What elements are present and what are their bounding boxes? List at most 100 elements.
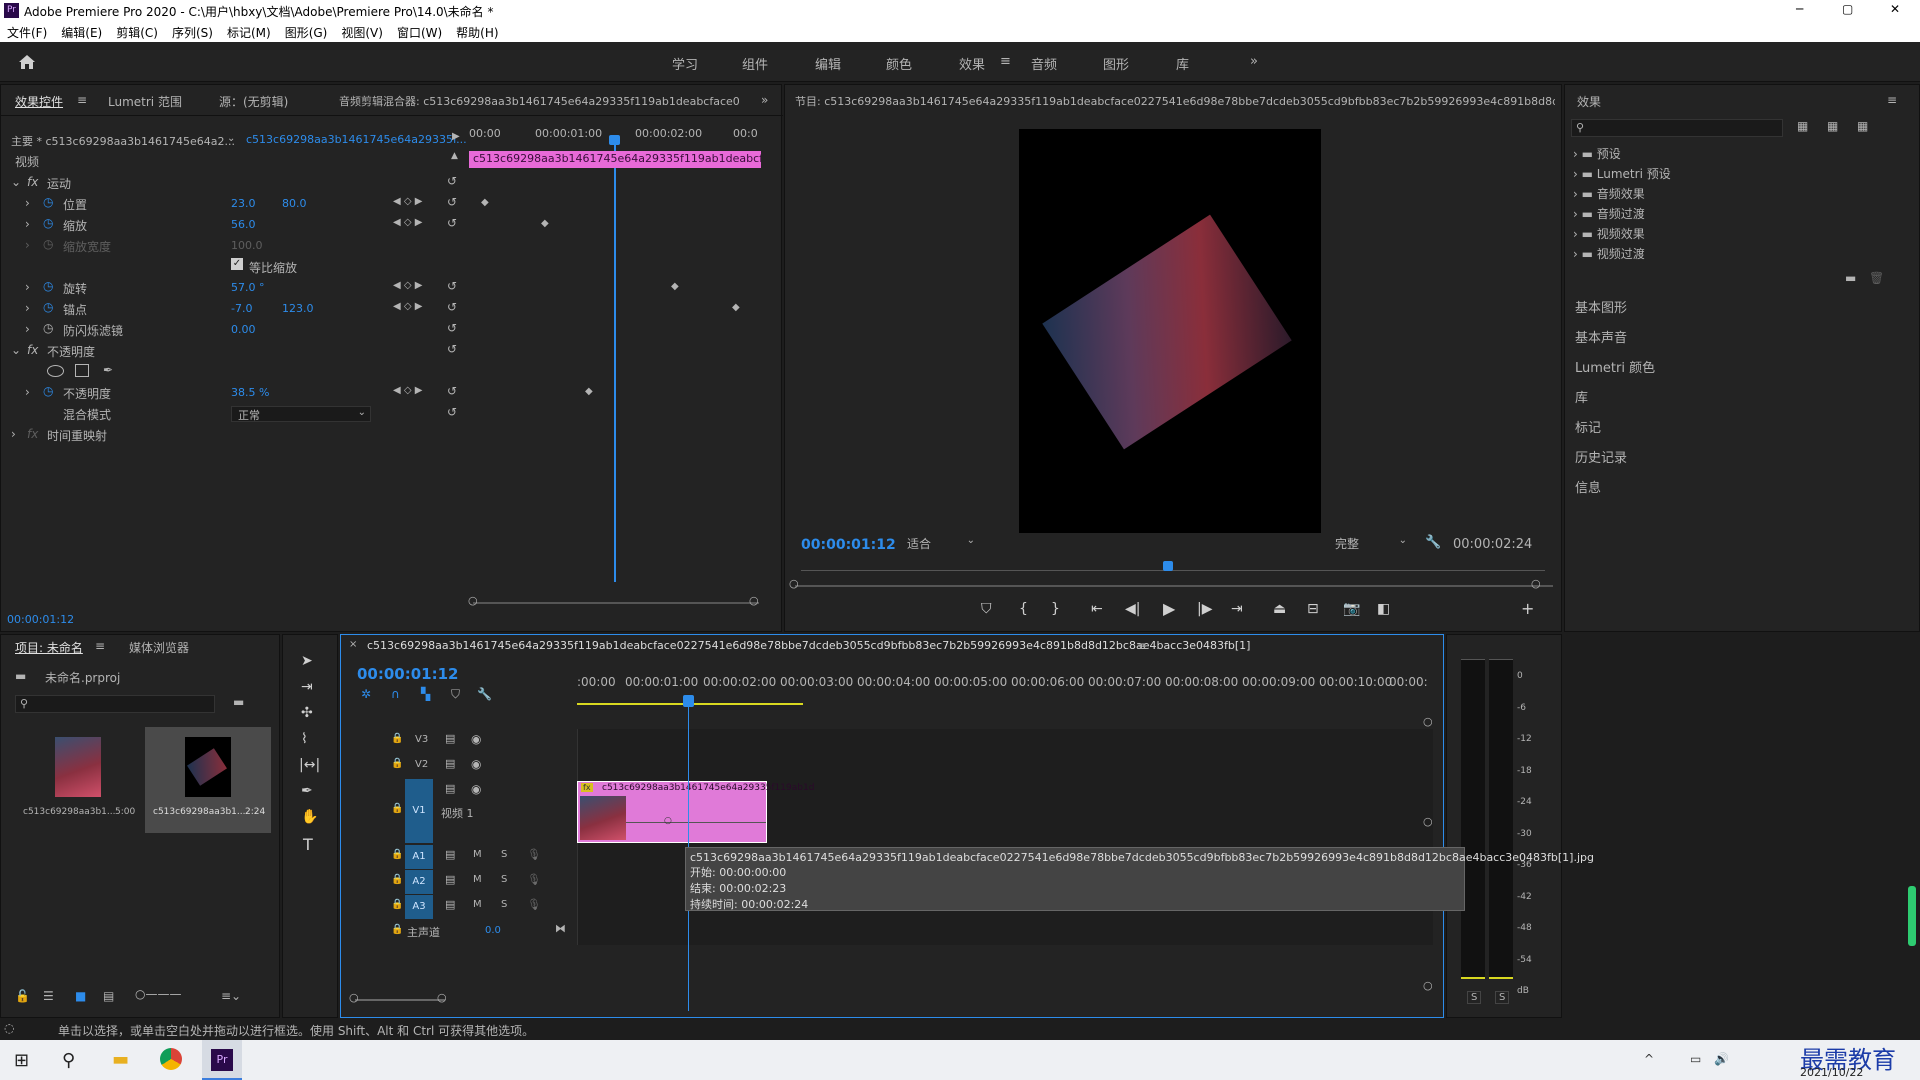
effects-search-input[interactable]: ⚲ (1571, 119, 1783, 137)
lock-icon[interactable]: 🔒 (391, 899, 403, 910)
sort-icon[interactable]: ≡⌄ (221, 989, 241, 1003)
prop-value-y[interactable]: 80.0 (282, 197, 307, 210)
solo-button[interactable]: S (501, 849, 507, 860)
fx-icon[interactable]: fx (27, 343, 38, 357)
lock-icon[interactable]: 🔒 (391, 803, 403, 814)
yuv-effects-icon[interactable]: ▦ (1857, 119, 1868, 133)
reset-icon[interactable]: ↺ (447, 405, 457, 419)
search-icon[interactable]: ⚲ (62, 1050, 75, 1071)
folder-lumetri-presets[interactable]: › ▬ Lumetri 预设 (1573, 165, 1671, 182)
timeline-ruler[interactable]: :00:00 00:00:01:00 00:00:02:00 00:00:03:… (577, 675, 1428, 697)
list-view-icon[interactable]: ☰ (43, 989, 54, 1003)
tab-lumetri-scopes[interactable]: Lumetri 范围 (108, 93, 182, 110)
prop-value-x[interactable]: -7.0 (231, 302, 252, 315)
step-back-icon[interactable]: ◀| (1125, 601, 1140, 617)
insert-sequence-icon[interactable]: ▚ (421, 687, 430, 701)
keyframe-nav-icon[interactable]: ◀ ◇ ▶ (393, 280, 422, 291)
reset-icon[interactable]: ↺ (447, 195, 457, 209)
expand-icon[interactable]: › (25, 280, 30, 294)
workspace-tab-effects[interactable]: 效果 (959, 54, 985, 73)
program-zoom-bar[interactable] (795, 585, 1553, 587)
go-to-end-icon[interactable]: ⧓ (555, 922, 566, 935)
expand-icon[interactable]: › (25, 217, 30, 231)
reset-icon[interactable]: ↺ (447, 300, 457, 314)
sync-lock-icon[interactable]: ▤ (445, 898, 455, 911)
prop-value[interactable]: 0.00 (231, 323, 256, 336)
menu-window[interactable]: 窗口(W) (390, 22, 449, 43)
solo-button[interactable]: S (501, 899, 507, 910)
expand-icon[interactable]: › (25, 322, 30, 336)
wrench-icon[interactable]: 🔧 (1425, 535, 1441, 550)
reset-icon[interactable]: ↺ (447, 384, 457, 398)
program-time-ruler[interactable] (801, 563, 1545, 571)
ec-playhead-handle[interactable] (609, 135, 620, 145)
menu-view[interactable]: 视图(V) (334, 22, 390, 43)
stopwatch-icon[interactable]: ◷ (43, 384, 53, 398)
eye-icon[interactable]: ◉ (471, 732, 481, 746)
timeline-title[interactable]: c513c69298aa3b1461745e64a29335f119ab1dea… (367, 639, 1250, 652)
fx-icon[interactable]: fx (27, 175, 38, 189)
export-frame-icon[interactable]: 📷 (1343, 601, 1360, 617)
workspace-tab-graphics[interactable]: 图形 (1103, 54, 1129, 73)
go-to-out-icon[interactable]: ⇥ (1231, 601, 1243, 617)
menu-markers[interactable]: 标记(M) (220, 22, 278, 43)
fit-select[interactable]: 适合 ⌄ (907, 535, 977, 553)
project-item[interactable]: c513c69298aa3b1... 5:00 (17, 727, 139, 833)
menu-clip[interactable]: 剪辑(C) (109, 22, 165, 43)
network-icon[interactable]: ▭ (1690, 1052, 1701, 1066)
keyframe-nav-icon[interactable]: ◀ ◇ ▶ (393, 301, 422, 312)
time-remap-row[interactable]: › fx 时间重映射 (1, 425, 461, 446)
home-icon[interactable] (18, 54, 36, 70)
panel-menu-icon[interactable]: ≡ (1887, 93, 1897, 107)
keyframe-diamond[interactable]: ◆ (541, 218, 549, 229)
prop-value-y[interactable]: 123.0 (282, 302, 314, 315)
timeline-timecode[interactable]: 00:00:01:12 (357, 665, 459, 683)
close-button[interactable]: ✕ (1890, 2, 1900, 16)
menu-edit[interactable]: 编辑(E) (54, 22, 109, 43)
mic-icon[interactable]: 🎙 (527, 873, 541, 886)
stopwatch-icon[interactable]: ◷ (43, 279, 53, 293)
menu-sequence[interactable]: 序列(S) (165, 22, 220, 43)
zoom-slider[interactable]: ○——— (135, 987, 181, 1001)
lock-icon[interactable]: 🔒 (391, 733, 403, 744)
new-bin-icon[interactable]: ▬ (233, 695, 244, 709)
prop-value[interactable]: 38.5 % (231, 386, 269, 399)
play-triangle-icon[interactable]: ▶ (452, 131, 460, 142)
keyframe-nav-icon[interactable]: ◀ ◇ ▶ (393, 385, 422, 396)
vertical-scroll-handle-top[interactable]: ○ (1423, 715, 1433, 728)
razor-tool-icon[interactable]: ⌇ (301, 731, 308, 747)
pen-mask-icon[interactable]: ✒ (103, 363, 113, 377)
workspace-menu-icon[interactable]: ≡ (1000, 54, 1011, 69)
ellipse-mask-icon[interactable] (47, 365, 64, 377)
taskbar-date[interactable]: 2021/10/22 (1800, 1066, 1863, 1079)
track-label[interactable]: V2 (415, 759, 428, 770)
keyframe-diamond[interactable]: ◆ (481, 197, 489, 208)
video-clip-v1[interactable]: fx c513c69298aa3b1461745e64a29335f119ab1… (577, 781, 814, 843)
extract-icon[interactable]: ⊟ (1307, 601, 1319, 617)
pen-tool-icon[interactable]: ✒ (301, 783, 313, 799)
ec-zoom-scrollbar[interactable] (473, 602, 759, 604)
solo-right-button[interactable]: S (1495, 991, 1510, 1004)
type-tool-icon[interactable]: T (303, 835, 313, 854)
reset-icon[interactable]: ↺ (447, 321, 457, 335)
ec-zoom-handle-right[interactable]: ○ (749, 594, 759, 607)
workspace-more-button[interactable]: » (1250, 54, 1258, 69)
lift-icon[interactable]: ⏏ (1273, 601, 1286, 617)
track-select-tool-icon[interactable]: ⇥ (301, 679, 313, 695)
prop-value-x[interactable]: 23.0 (231, 197, 256, 210)
chevron-down-icon[interactable]: ⌄ (227, 133, 235, 144)
project-search-input[interactable]: ⚲ (15, 695, 215, 713)
prop-value[interactable]: 56.0 (231, 218, 256, 231)
windows-start-icon[interactable]: ⊞ (14, 1050, 29, 1071)
keyframe-diamond[interactable]: ◆ (732, 302, 740, 313)
reset-icon[interactable]: ↺ (447, 216, 457, 230)
mute-button[interactable]: M (473, 849, 482, 860)
folder-audio-transitions[interactable]: › ▬ 音频过渡 (1573, 205, 1645, 222)
slip-tool-icon[interactable]: |↔| (299, 757, 320, 773)
panel-menu-icon[interactable]: ≡ (77, 93, 87, 107)
folder-video-transitions[interactable]: › ▬ 视频过渡 (1573, 245, 1645, 262)
workspace-tab-color[interactable]: 颜色 (886, 54, 912, 73)
trash-icon[interactable]: 🗑 (1869, 271, 1884, 285)
uniform-scale-checkbox[interactable]: ✓ (231, 258, 243, 270)
stopwatch-icon[interactable]: ◷ (43, 216, 53, 230)
